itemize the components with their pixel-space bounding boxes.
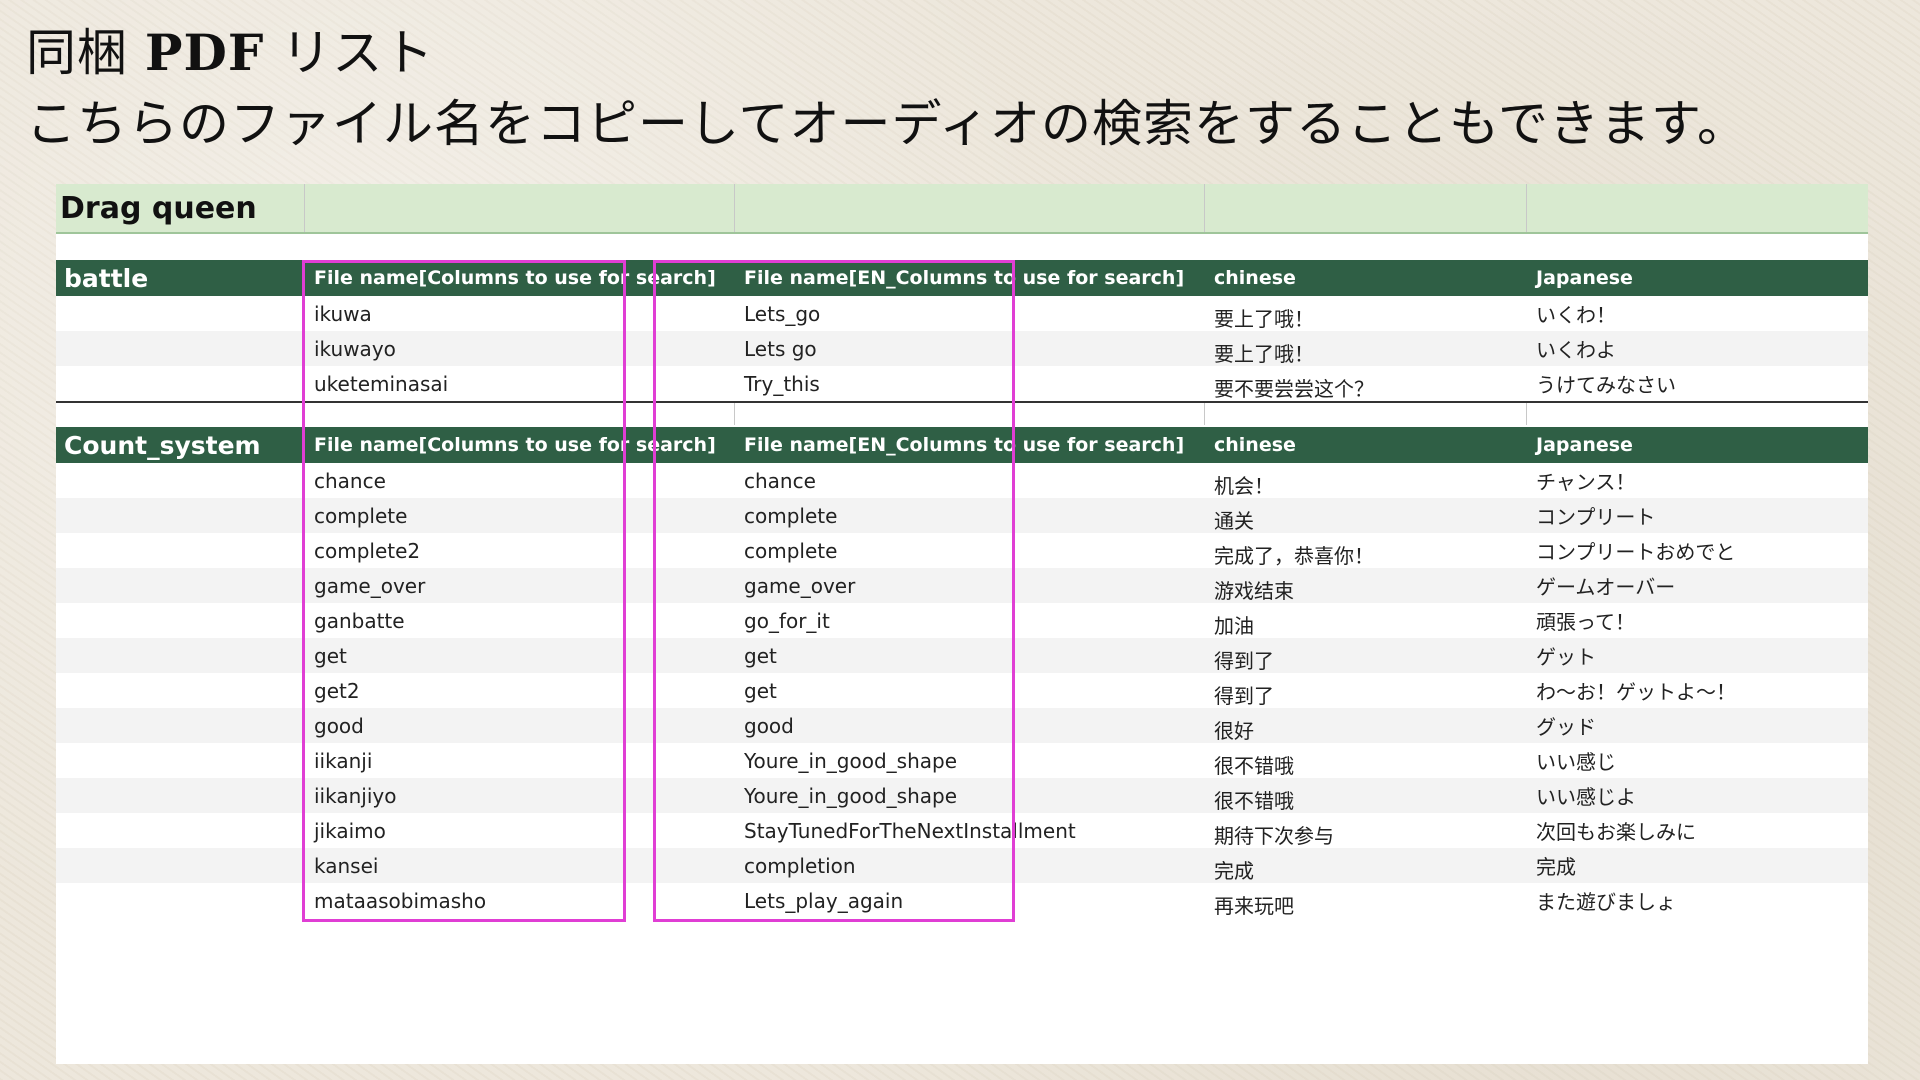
- japanese-cell: コンプリート: [1536, 505, 1656, 529]
- section-name-cell: Count_system: [64, 430, 261, 460]
- japanese-cell: いい感じ: [1536, 750, 1616, 774]
- japanese-cell: また遊びましょ: [1536, 890, 1676, 914]
- japanese-cell: ゲームオーバー: [1536, 575, 1676, 599]
- row-blank-cell: [56, 568, 304, 603]
- chinese-cell: 要上了哦！: [1214, 342, 1314, 366]
- chinese-cell: 很好: [1214, 719, 1254, 743]
- japanese-cell: いい感じよ: [1536, 785, 1636, 809]
- chinese-cell: 游戏结束: [1214, 579, 1294, 603]
- highlight-box-file-name: [302, 260, 626, 922]
- highlight-box-en-name: [653, 260, 1015, 922]
- character-name-cell: Drag queen: [60, 190, 257, 226]
- chinese-cell: 得到了: [1214, 649, 1274, 673]
- row-blank-cell: [56, 883, 304, 918]
- row-blank-cell: [56, 296, 304, 331]
- row-blank-cell: [56, 708, 304, 743]
- japanese-cell: いくわ！: [1536, 303, 1616, 327]
- chinese-cell: 期待下次参与: [1214, 824, 1334, 848]
- page-heading: 同梱 PDF リスト こちらのファイル名をコピーしてオーディオの検索をすることも…: [26, 18, 1748, 160]
- column-header-japanese: Japanese: [1536, 434, 1633, 456]
- page-title: 同梱 PDF リスト: [26, 18, 1748, 88]
- chinese-cell: 要不要尝尝这个？: [1214, 377, 1374, 401]
- title-suffix: リスト: [264, 24, 435, 82]
- chinese-cell: 通关: [1214, 509, 1254, 533]
- section-name-cell: battle: [64, 263, 149, 293]
- page-subtitle: こちらのファイル名をコピーしてオーディオの検索をすることもできます。: [26, 95, 1748, 153]
- row-blank-cell: [56, 331, 304, 366]
- japanese-cell: 頑張って！: [1536, 610, 1635, 634]
- row-blank-cell: [56, 848, 304, 883]
- japanese-cell: 完成: [1536, 855, 1576, 879]
- row-blank-cell: [56, 366, 304, 401]
- chinese-cell: 很不错哦: [1214, 789, 1294, 813]
- chinese-cell: 很不错哦: [1214, 754, 1294, 778]
- chinese-cell: 得到了: [1214, 684, 1274, 708]
- japanese-cell: いくわよ: [1536, 338, 1616, 362]
- japanese-cell: ゲット: [1536, 645, 1596, 669]
- column-header-japanese: Japanese: [1536, 267, 1633, 289]
- chinese-cell: 再来玩吧: [1214, 894, 1294, 918]
- row-blank-cell: [56, 603, 304, 638]
- japanese-cell: うけてみなさい: [1536, 373, 1676, 397]
- title-prefix: 同梱: [26, 24, 145, 82]
- row-blank-cell: [56, 778, 304, 813]
- row-blank-cell: [56, 638, 304, 673]
- row-blank-cell: [56, 673, 304, 708]
- character-title-row: Drag queen: [56, 184, 1868, 234]
- chinese-cell: 加油: [1214, 614, 1254, 638]
- row-blank-cell: [56, 743, 304, 778]
- japanese-cell: チャンス！: [1536, 470, 1636, 494]
- title-pdf: PDF: [144, 23, 265, 82]
- japanese-cell: 次回もお楽しみに: [1536, 820, 1696, 844]
- chinese-cell: 完成: [1214, 859, 1254, 883]
- chinese-cell: 完成了，恭喜你！: [1214, 544, 1374, 568]
- japanese-cell: グッド: [1536, 715, 1596, 739]
- japanese-cell: わ～お！ゲットよ～！: [1536, 680, 1736, 704]
- column-header-chinese: chinese: [1214, 434, 1296, 456]
- row-blank-cell: [56, 498, 304, 533]
- row-blank-cell: [56, 533, 304, 568]
- japanese-cell: コンプリートおめでと: [1536, 540, 1736, 564]
- row-blank-cell: [56, 463, 304, 498]
- column-header-chinese: chinese: [1214, 267, 1296, 289]
- spreadsheet: Drag queen battle File name[Columns to use…: [56, 184, 1868, 1064]
- row-blank-cell: [56, 813, 304, 848]
- chinese-cell: 要上了哦！: [1214, 307, 1314, 331]
- chinese-cell: 机会！: [1214, 474, 1274, 498]
